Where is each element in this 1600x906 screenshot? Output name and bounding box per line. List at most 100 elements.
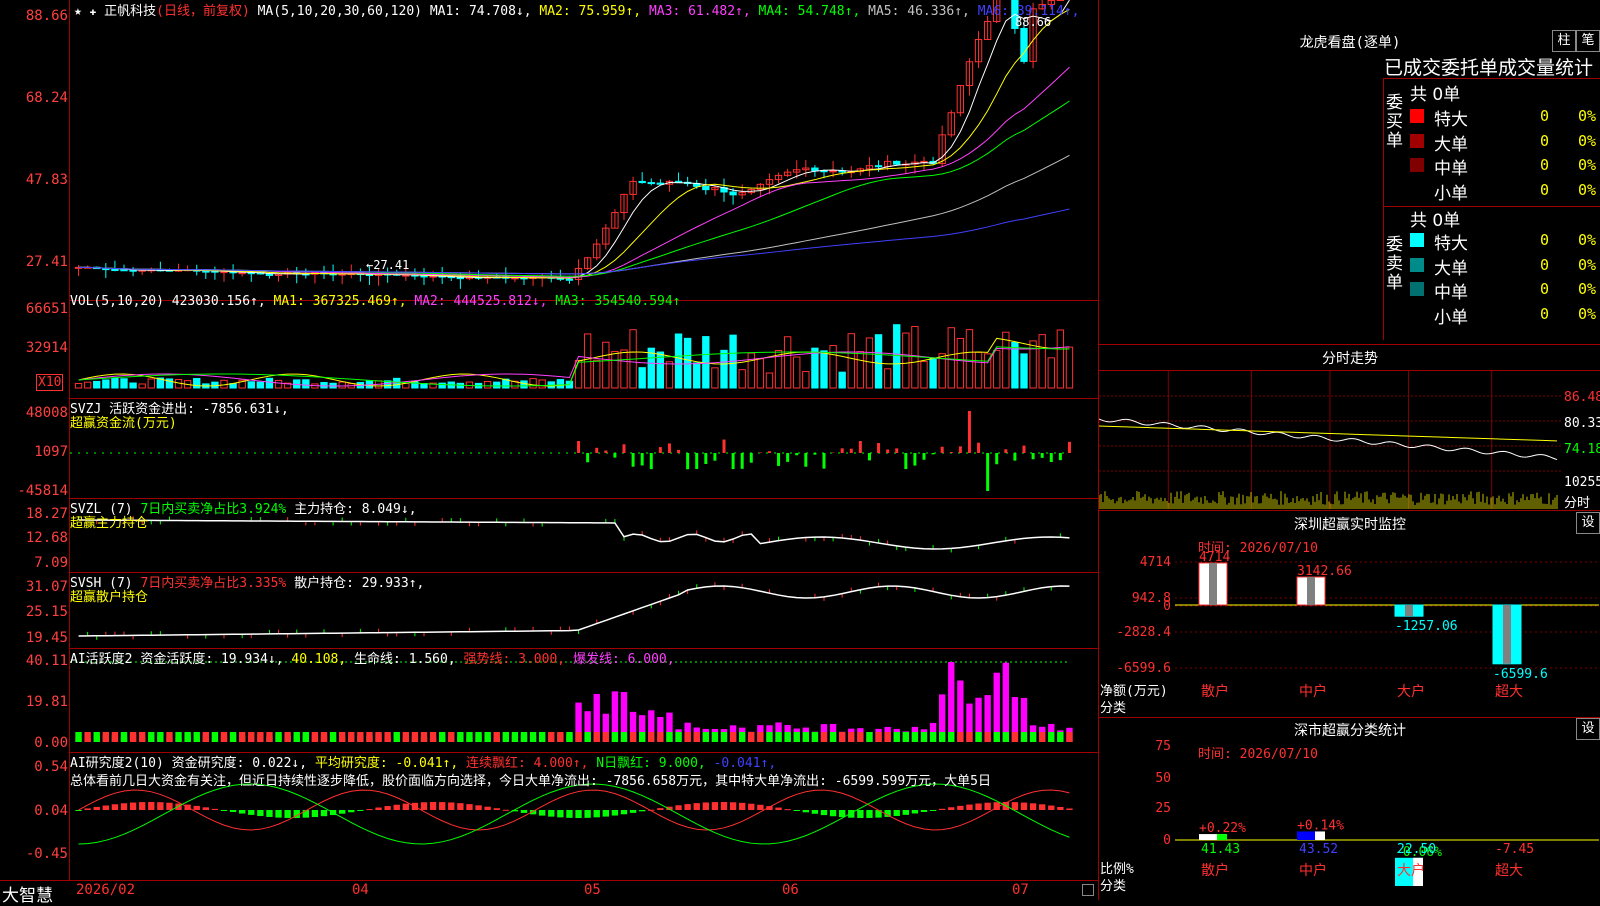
volume-bar xyxy=(812,348,818,388)
bar-value-label: 4714 xyxy=(1199,550,1230,565)
candle-body xyxy=(1021,28,1027,61)
flow-bar xyxy=(1041,453,1044,458)
plus-icon[interactable]: ✚ xyxy=(90,5,97,18)
order-pct: 0% xyxy=(1578,305,1596,323)
stat-title: 已成交委托单成交量统计 xyxy=(1384,53,1593,80)
activity-base-bar xyxy=(657,732,663,742)
activity-base-bar xyxy=(157,732,163,742)
research-bar xyxy=(430,802,436,810)
research-bar xyxy=(803,810,809,812)
research-bar xyxy=(494,808,500,810)
activity-base-bar xyxy=(348,732,354,742)
vol-unit-button[interactable]: X10 xyxy=(36,374,63,391)
activity-base-bar xyxy=(484,732,490,742)
volume-bar xyxy=(484,382,490,388)
activity-base-bar xyxy=(939,732,945,742)
fl-settings-button[interactable]: 设 xyxy=(1576,718,1600,740)
activity-base-bar xyxy=(384,732,390,742)
ai2-ytick: -0.45 xyxy=(0,846,68,862)
volume-bar xyxy=(930,358,936,388)
research-bar xyxy=(921,810,927,812)
svsh-pane[interactable]: SVSH (7) 7日内买卖净占比3.335% 散户持仓: 29.933↑, 超… xyxy=(70,572,1098,649)
volume-bar xyxy=(875,335,881,388)
main-kline-pane[interactable]: ★ ✚ 正帆科技(日线，前复权) MA(5,10,20,30,60,120) M… xyxy=(70,0,1098,301)
research-bar xyxy=(939,809,945,810)
activity-base-bar xyxy=(730,732,736,742)
bar-mode-button[interactable]: 柱 xyxy=(1552,30,1576,52)
volume-bar xyxy=(1021,354,1027,388)
candle-body xyxy=(830,171,836,172)
order-type-label: 小单 xyxy=(1434,179,1468,204)
volume-bar xyxy=(403,383,409,388)
xaxis-label: 2026/02 xyxy=(76,882,135,898)
activity-base-bar xyxy=(703,732,709,742)
activity-base-bar xyxy=(839,732,845,742)
research-bar xyxy=(275,810,281,818)
activity-base-bar xyxy=(894,732,900,742)
svzj-pane[interactable]: SVZJ 活跃资金进出: -7856.631↓, 超赢资金流(万元) xyxy=(70,398,1098,499)
svzl-pane[interactable]: SVZL (7) 7日内买卖净占比3.924% 主力持仓: 8.049↓, 超赢… xyxy=(70,498,1098,573)
candle-body xyxy=(648,183,654,184)
research-bar xyxy=(521,810,527,813)
volume-bar xyxy=(1039,335,1045,388)
research-bar xyxy=(912,810,918,813)
activity-base-bar xyxy=(957,732,963,742)
flow-bar xyxy=(695,453,698,469)
ai2-label: AI研究度2(10) xyxy=(70,756,164,771)
activity-base-bar xyxy=(184,732,190,742)
research-bar xyxy=(448,802,454,810)
intraday-chart[interactable] xyxy=(1099,371,1561,509)
activity-base-bar xyxy=(148,732,154,742)
star-icon[interactable]: ★ xyxy=(74,4,82,19)
color-swatch xyxy=(1410,282,1424,296)
ma-value-4: MA4: 54.748↑, xyxy=(751,4,861,19)
ai1-t2: 40.108, xyxy=(291,652,346,667)
volume-bar xyxy=(884,369,890,388)
volume-pane[interactable]: VOL(5,10,20) 423030.156↑, MA1: 367325.46… xyxy=(70,300,1098,399)
volume-bar xyxy=(439,383,445,388)
research-bar xyxy=(375,808,381,810)
volume-bar xyxy=(194,379,200,388)
research-bar xyxy=(239,810,245,814)
ai-research-pane[interactable]: AI研究度2(10) 资金研究度: 0.022↓, 平均研究度: -0.041↑… xyxy=(70,752,1098,881)
research-bar xyxy=(730,802,736,810)
svsh-text1: 7日内买卖净占比3.335% xyxy=(140,576,286,591)
activity-base-bar xyxy=(503,732,509,742)
order-type-label: 特大 xyxy=(1434,105,1468,130)
svsh-text2: 散户持仓: 29.933↑, xyxy=(294,576,424,591)
research-bar xyxy=(866,810,872,818)
vol-ytick: 66651 xyxy=(0,301,68,317)
sz-xlabel: 分类 xyxy=(1100,697,1126,716)
ai-activity-pane[interactable]: AI活跃度2 资金活跃度: 19.934↓, 40.108, 生命线: 1.56… xyxy=(70,648,1098,753)
research-bar xyxy=(366,809,372,810)
research-bar xyxy=(739,803,745,810)
vol-ma3: MA3: 354540.594↑ xyxy=(555,294,680,309)
activity-base-bar xyxy=(475,732,481,742)
volume-bar xyxy=(121,379,127,388)
research-bar xyxy=(812,810,818,814)
volume-bar xyxy=(803,372,809,388)
tick-mode-button[interactable]: 笔 xyxy=(1576,30,1600,52)
research-bar xyxy=(384,806,390,810)
bar-ytick: -6599.6 xyxy=(1116,661,1171,676)
activity-base-bar xyxy=(1003,732,1009,742)
indicator-line xyxy=(79,520,1070,549)
research-bar xyxy=(439,802,445,810)
activity-base-bar xyxy=(775,732,781,742)
xaxis-label: 04 xyxy=(352,882,369,898)
lock-icon[interactable] xyxy=(1082,884,1094,896)
activity-base-bar xyxy=(284,732,290,742)
bar-pct-label: 43.52 xyxy=(1299,842,1338,857)
flow-bar xyxy=(1013,453,1016,461)
activity-base-bar xyxy=(248,732,254,742)
research-bar xyxy=(621,810,627,814)
research-bar xyxy=(639,810,645,811)
bar-ytick: 25 xyxy=(1155,801,1171,816)
volume-bar xyxy=(857,352,863,388)
fs-title: 分时走势 xyxy=(1100,348,1600,368)
activity-base-bar xyxy=(121,732,127,742)
ma-value-2: MA2: 75.959↑, xyxy=(532,4,642,19)
activity-base-bar xyxy=(494,732,500,742)
volume-bar xyxy=(130,383,136,388)
research-bar xyxy=(1048,806,1054,810)
